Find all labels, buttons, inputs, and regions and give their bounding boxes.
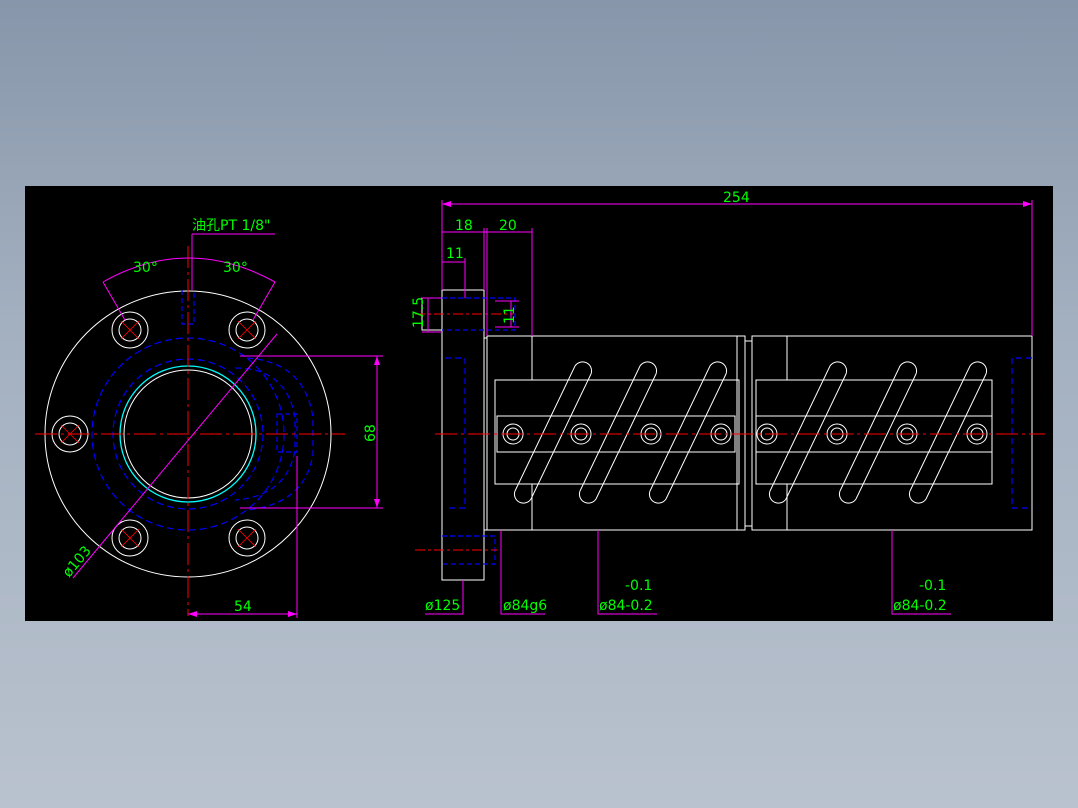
oil-port-centerline: [415, 313, 513, 551]
nut-right-center: [755, 379, 993, 485]
dim-18-20-line: [442, 228, 533, 336]
side-view: 254 18 20 11 17.5 11 ø125 ø84g6 -0.1 ø84…: [411, 190, 1045, 615]
dim-18-label: 18: [455, 218, 473, 234]
tol-b-upper: -0.1: [919, 578, 946, 594]
flange-hidden-bore: [445, 357, 466, 509]
front-view: 油孔PT 1/8" 30° 30° 68 ø103 54: [35, 218, 383, 618]
dim-103-label: ø103: [60, 543, 95, 580]
dim-54-label: 54: [234, 599, 252, 615]
dim-84g6-label: ø84g6: [503, 598, 547, 614]
dim-11-top-line: [442, 258, 466, 298]
dim-125-label: ø125: [425, 598, 460, 614]
angle-right-label: 30°: [223, 260, 248, 276]
bolt-hole-top-left: [111, 311, 149, 349]
dim-17-5-label: 17.5: [411, 297, 427, 328]
bolt-hole-top-right: [228, 311, 266, 349]
tol-b-main: ø84-0.2: [893, 598, 947, 614]
nut-left-center: [494, 379, 740, 485]
angle-30-lines: [102, 281, 276, 321]
angle-30-arc: [102, 257, 276, 283]
dim-68-lines: [240, 355, 383, 509]
tol-a-main: ø84-0.2: [599, 598, 653, 614]
angle-left-label: 30°: [133, 260, 158, 276]
nut-right-end-hidden: [1011, 357, 1032, 509]
dim-11-side-label: 11: [502, 306, 518, 324]
dim-254-line: [441, 200, 1033, 336]
tol-a-upper: -0.1: [625, 578, 652, 594]
dim-254-label: 254: [723, 190, 750, 206]
oil-hole-note: 油孔PT 1/8": [192, 218, 270, 234]
dim-20-label: 20: [499, 218, 517, 234]
bolt-hole-bottom-right: [228, 519, 266, 557]
dim-103-line: [72, 333, 278, 579]
return-tubes: [513, 361, 988, 504]
cad-viewport[interactable]: 油孔PT 1/8" 30° 30° 68 ø103 54 254 18 20 1…: [25, 186, 1053, 621]
dim-11-top-label: 11: [446, 246, 464, 262]
nut-right-body: [751, 335, 1033, 531]
nut-left-body: [486, 335, 738, 531]
nut-left-end: [737, 335, 746, 531]
dim-68-label: 68: [363, 424, 379, 442]
cad-drawing: 油孔PT 1/8" 30° 30° 68 ø103 54 254 18 20 1…: [35, 190, 1045, 618]
side-port-hidden: [276, 413, 298, 453]
